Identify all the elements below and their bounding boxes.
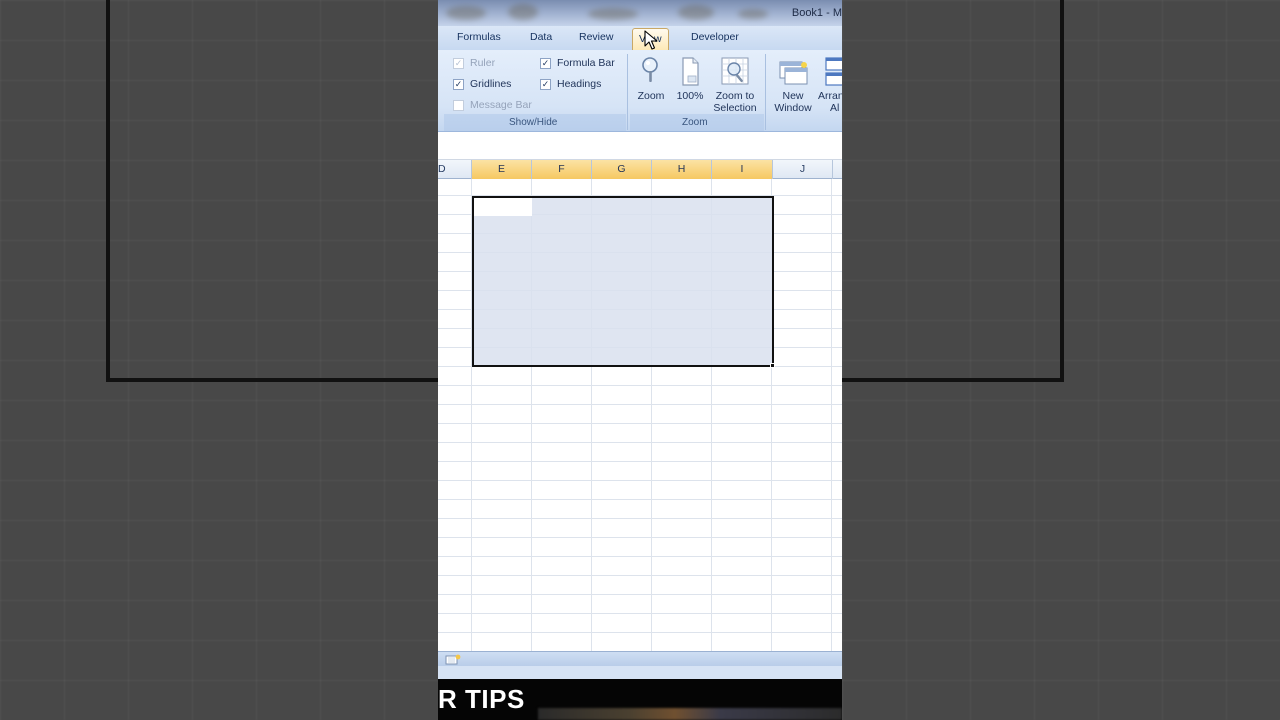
zoom-to-selection-label-1: Zoom to xyxy=(715,90,755,102)
new-window-button[interactable]: New Window xyxy=(771,56,815,114)
zoom-selection-icon xyxy=(721,57,749,85)
zoom-100-button[interactable]: 100% xyxy=(675,56,705,102)
arrange-all-button[interactable]: Arran Al xyxy=(818,56,842,114)
title-bar: Book1 - M xyxy=(438,0,842,26)
gridlines-label: Gridlines xyxy=(470,78,512,90)
zoom-to-selection-label-2: Selection xyxy=(713,102,757,114)
zoom-to-selection-button[interactable]: Zoom to Selection xyxy=(712,56,758,114)
mouse-cursor-icon xyxy=(644,30,658,50)
background-selection-outline-right xyxy=(834,0,1064,382)
column-header-d[interactable]: D xyxy=(438,160,472,179)
ruler-check-icon: ✓ xyxy=(453,57,464,69)
ruler-label: Ruler xyxy=(470,57,496,69)
gridlines-check-icon: ✓ xyxy=(453,78,464,90)
message-bar-checkbox[interactable]: Message Bar xyxy=(453,99,532,111)
status-bar xyxy=(438,666,842,679)
message-bar-check-box xyxy=(453,99,464,111)
headings-check-icon: ✓ xyxy=(540,78,551,90)
tab-formulas[interactable]: Formulas xyxy=(457,31,501,43)
formula-bar-label: Formula Bar xyxy=(557,57,615,69)
zoom-button[interactable]: Zoom xyxy=(636,56,666,102)
column-header-row: D E F G H I J xyxy=(438,160,842,179)
zoom-group-label: Zoom xyxy=(682,117,708,128)
sheet-tab-bar xyxy=(438,651,842,666)
magnifier-icon xyxy=(642,57,658,82)
blurred-taskbar-strip xyxy=(538,708,842,720)
screen: Book1 - M Formulas Data Review View Deve… xyxy=(0,0,1280,720)
zoom-100-label: 100% xyxy=(676,90,704,102)
formula-bar-area xyxy=(438,132,842,160)
background-selection-outline-left xyxy=(106,0,446,382)
excel-window: Book1 - M Formulas Data Review View Deve… xyxy=(438,0,842,720)
new-window-label-2: Window xyxy=(774,102,812,114)
column-header-e[interactable]: E xyxy=(472,160,532,179)
page-100-icon xyxy=(682,57,699,86)
formula-bar-checkbox[interactable]: ✓ Formula Bar xyxy=(540,57,615,69)
video-caption-bar: R TIPS xyxy=(438,679,842,720)
tab-developer[interactable]: Developer xyxy=(691,31,739,43)
arrange-all-label-1: Arran xyxy=(818,90,842,102)
tab-review[interactable]: Review xyxy=(579,31,613,43)
column-header-f[interactable]: F xyxy=(532,160,592,179)
ruler-checkbox[interactable]: ✓ Ruler xyxy=(453,57,495,69)
fill-handle[interactable] xyxy=(770,363,775,368)
arrange-all-icon xyxy=(825,57,842,86)
show-hide-group-label: Show/Hide xyxy=(509,117,558,128)
column-header-g[interactable]: G xyxy=(592,160,652,179)
ribbon-panel: ✓ Ruler ✓ Gridlines Message Bar ✓ Formul… xyxy=(438,50,842,132)
caption-text: R TIPS xyxy=(438,684,525,714)
formula-bar-check-icon: ✓ xyxy=(540,57,551,69)
message-bar-label: Message Bar xyxy=(470,99,532,111)
column-header-i[interactable]: I xyxy=(712,160,773,179)
gridlines-checkbox[interactable]: ✓ Gridlines xyxy=(453,78,511,90)
tab-data[interactable]: Data xyxy=(530,31,552,43)
ribbon-tab-bar: Formulas Data Review View Developer xyxy=(438,26,842,50)
headings-checkbox[interactable]: ✓ Headings xyxy=(540,78,601,90)
insert-sheet-icon[interactable] xyxy=(445,654,461,665)
column-header-h[interactable]: H xyxy=(652,160,712,179)
new-window-icon xyxy=(779,61,808,85)
selected-range[interactable] xyxy=(472,196,774,367)
zoom-button-label: Zoom xyxy=(637,90,665,102)
window-title: Book1 - M xyxy=(791,7,842,19)
column-header-j[interactable]: J xyxy=(773,160,833,179)
new-window-label-1: New xyxy=(782,90,804,102)
active-cell[interactable] xyxy=(474,198,532,216)
headings-label: Headings xyxy=(557,78,602,90)
arrange-all-label-2: Al xyxy=(830,102,840,114)
